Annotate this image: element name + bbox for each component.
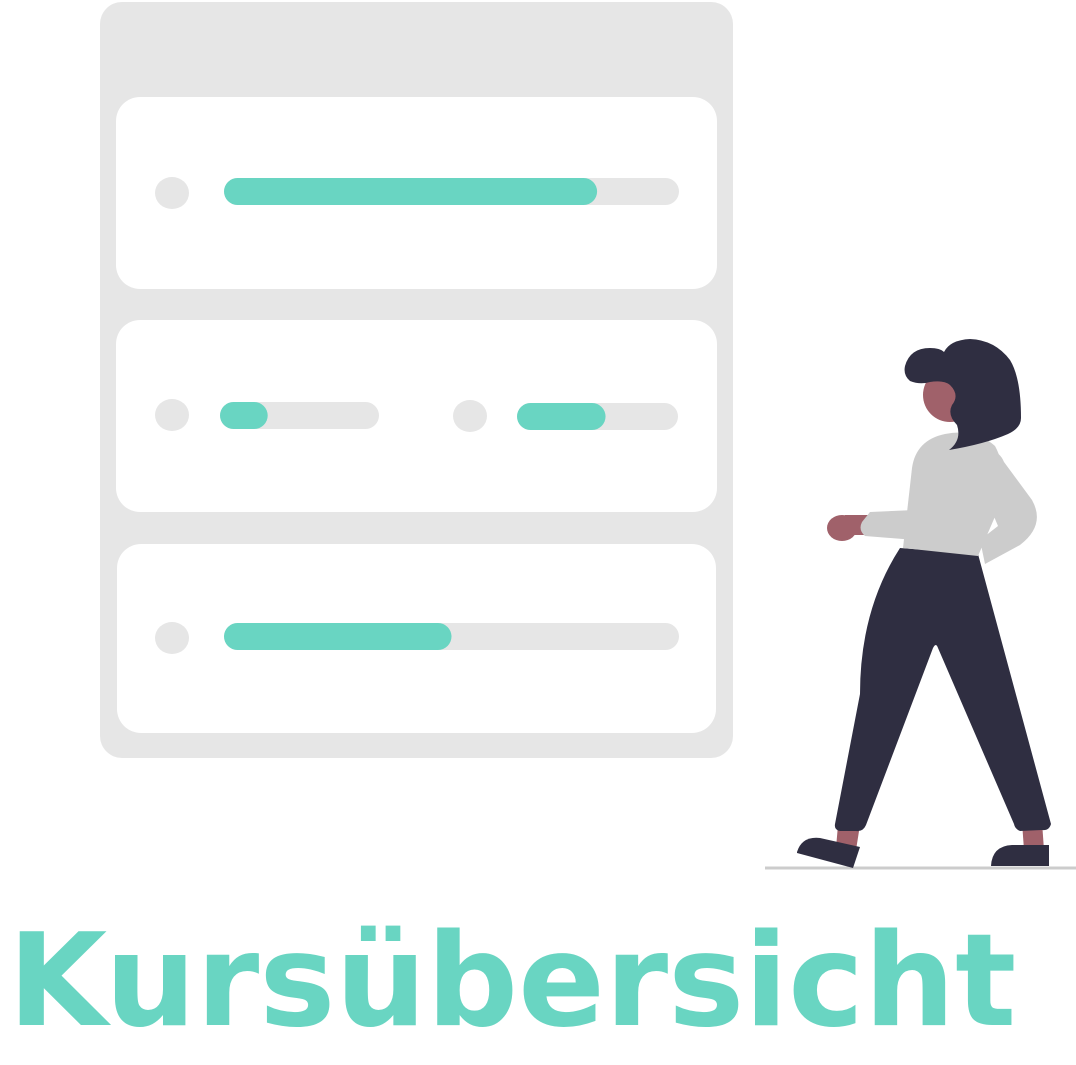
course-bullet-icon: [155, 399, 189, 431]
pants: [834, 548, 1051, 832]
person-figure: [797, 339, 1051, 868]
course-bullet-icon: [155, 177, 189, 209]
course-bullet-icon: [453, 400, 487, 432]
course-card-3[interactable]: [117, 544, 716, 733]
course-overview-illustration: [100, 2, 1076, 870]
progress-fill: [224, 178, 598, 205]
hair: [904, 339, 1021, 450]
progress-fill: [224, 623, 452, 650]
progress-fill: [517, 403, 606, 430]
course-card-2[interactable]: [116, 320, 717, 512]
page-title: Kursübersicht: [8, 907, 1017, 1056]
right-shoe: [991, 845, 1049, 866]
progress-fill: [220, 402, 268, 429]
course-bullet-icon: [155, 622, 189, 654]
course-card-1[interactable]: [116, 97, 717, 289]
